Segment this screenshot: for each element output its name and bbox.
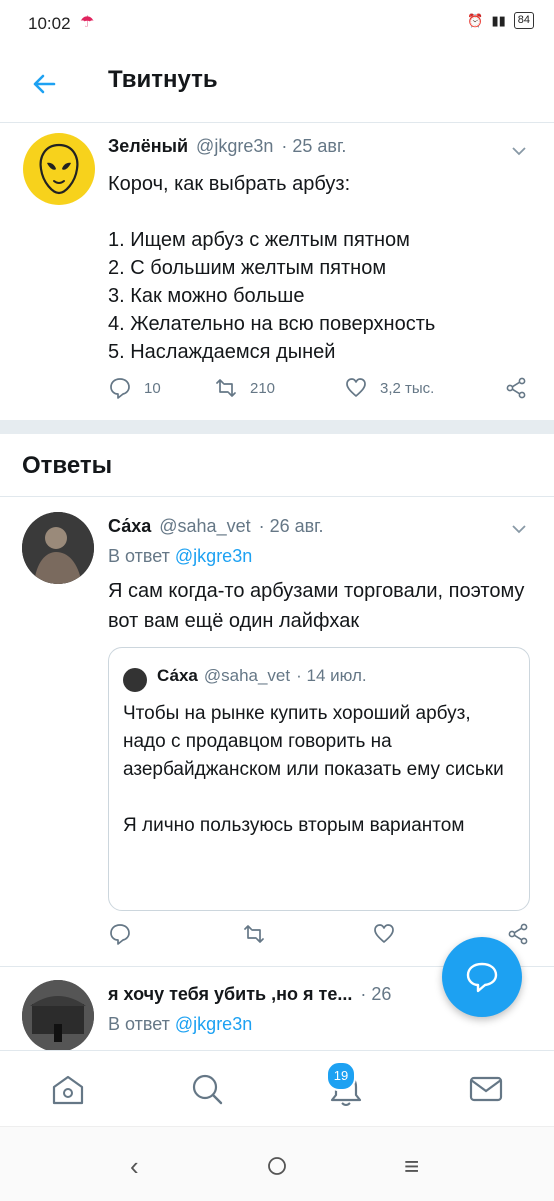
umbrella-icon: ☂ [80, 14, 95, 31]
author-name[interactable]: я хочу тебя убить ,но я те... [108, 984, 352, 1005]
author-name[interactable]: Са́ха [108, 516, 151, 537]
system-back-icon[interactable]: ‹ [130, 1151, 139, 1182]
reply-icon [110, 378, 130, 399]
retweet-icon [216, 379, 236, 397]
reply-to-prefix: В ответ [108, 1014, 170, 1034]
person-photo-icon [22, 512, 94, 584]
reply-button[interactable] [108, 922, 132, 946]
tweet-actions: 10 210 3,2 тыс. [108, 376, 528, 406]
search-icon[interactable] [187, 1069, 227, 1109]
chevron-down-icon[interactable] [508, 140, 530, 162]
bottom-nav: 19 [0, 1050, 554, 1127]
page-title: Твитнуть [108, 66, 218, 93]
author-name[interactable]: Зелёный [108, 136, 188, 157]
avatar[interactable] [22, 512, 94, 584]
tweet-text: Я сам когда-то арбузами торговали, поэто… [108, 580, 525, 632]
quote-line: Я лично пользуюсь вторым вариантом [123, 815, 465, 836]
reply-to-handle[interactable]: @jkgre3n [175, 1014, 252, 1034]
tweet-date: · 26 [360, 984, 392, 1004]
tweet-line: 2. С большим желтым пятном [108, 257, 387, 279]
retweet-button[interactable] [242, 922, 266, 946]
status-icons: ⏰ ▮▮ 84 [467, 12, 534, 29]
avatar[interactable] [23, 133, 95, 205]
retweet-icon [244, 925, 264, 943]
reply-to-line: В ответ @jkgre3n [108, 1014, 252, 1035]
quoted-tweet[interactable]: Са́ха @saha_vet · 14 июл. Чтобы на рынке… [108, 647, 530, 911]
reply-to-prefix: В ответ [108, 546, 170, 566]
like-count: 3,2 тыс. [380, 379, 435, 397]
avatar [123, 668, 147, 692]
alarm-icon: ⏰ [467, 12, 484, 28]
author-handle: @saha_vet [203, 666, 291, 685]
like-button[interactable]: 3,2 тыс. [344, 376, 434, 400]
share-icon [506, 377, 526, 399]
author-handle[interactable]: @saha_vet [159, 516, 250, 537]
signal-icon: ▮▮ [491, 12, 506, 28]
notifications-badge: 19 [326, 1061, 356, 1091]
status-bar: 10:02 ☂ ⏰ ▮▮ 84 [0, 0, 554, 48]
quote-line [123, 784, 515, 812]
author-handle[interactable]: @jkgre3n [196, 136, 273, 157]
reply-to-line: В ответ @jkgre3n [108, 546, 252, 567]
system-navigation-bar: ‹ ≡ [0, 1126, 554, 1201]
home-icon[interactable] [48, 1069, 88, 1109]
retweet-count: 210 [250, 379, 276, 397]
tweet-line: 3. Как можно больше [108, 285, 305, 307]
tweet-date: · 14 июл. [296, 666, 367, 685]
heart-icon [374, 924, 394, 943]
back-arrow-icon[interactable] [28, 68, 60, 100]
avatar[interactable] [22, 980, 94, 1052]
reply-button[interactable]: 10 [108, 376, 161, 400]
tweet-date: · 26 авг. [258, 516, 324, 536]
tweet-date: · 25 авг. [281, 136, 347, 156]
retweet-button[interactable]: 210 [214, 376, 275, 400]
tweet-line: 1. Ищем арбуз с желтым пятном [108, 229, 410, 251]
status-time: 10:02 [28, 14, 71, 33]
section-divider [0, 420, 554, 434]
alien-face-icon [39, 143, 79, 195]
tweet-text: Короч, как выбрать арбуз: 1. Ищем арбуз … [108, 170, 528, 366]
compose-reply-button[interactable] [442, 937, 522, 1017]
reply-to-handle[interactable]: @jkgre3n [175, 546, 252, 566]
quote-line: Чтобы на рынке купить хороший арбуз, над… [123, 703, 504, 780]
heart-icon [346, 378, 366, 397]
reply-bubble-icon [466, 962, 498, 993]
divider [0, 496, 554, 497]
battery-indicator: 84 [513, 12, 534, 29]
chevron-down-icon[interactable] [508, 518, 530, 540]
share-button[interactable] [504, 376, 528, 400]
tweet-header: Са́ха @saha_vet · 26 авг. [108, 516, 324, 537]
tweet-header: я хочу тебя убить ,но я те... · 26 [108, 984, 428, 1005]
tweet-line: 5. Наслаждаемся дыней [108, 341, 336, 363]
building-photo-icon [22, 980, 94, 1052]
quote-text: Чтобы на рынке купить хороший арбуз, над… [123, 700, 515, 840]
reply-count: 10 [144, 379, 161, 397]
tweet-line: Короч, как выбрать арбуз: [108, 173, 351, 195]
quote-header: Са́ха @saha_vet · 14 июл. [157, 666, 367, 686]
tweet-line [108, 198, 528, 226]
reply-icon [110, 924, 130, 945]
replies-heading: Ответы [22, 452, 113, 479]
top-bar: Твитнуть [0, 48, 554, 123]
system-menu-icon[interactable]: ≡ [404, 1151, 419, 1182]
author-name: Са́ха [157, 666, 198, 685]
like-button[interactable] [372, 922, 396, 946]
mail-icon[interactable] [466, 1069, 506, 1109]
tweet-header: Зелёный @jkgre3n · 25 авг. [108, 136, 346, 157]
system-home-icon[interactable] [266, 1153, 288, 1184]
tweet-line: 4. Желательно на всю поверхность [108, 313, 436, 335]
